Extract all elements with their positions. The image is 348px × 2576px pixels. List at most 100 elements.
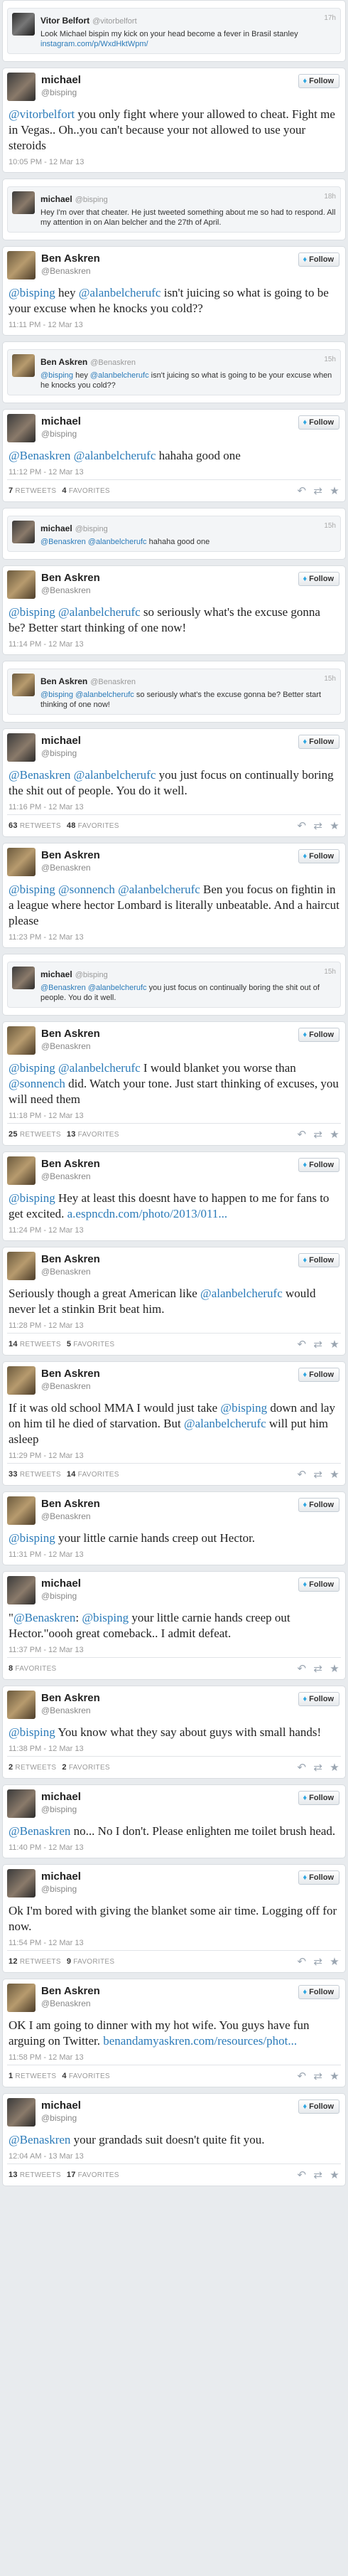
favorite-count[interactable]: 5 [67,1340,71,1348]
tweet-timestamp[interactable]: 11:28 PM - 12 Mar 13 [9,1321,339,1330]
mention-link[interactable]: @bisping [9,1061,55,1075]
mention-link[interactable]: @bisping [9,605,55,619]
retweet-count[interactable]: 14 [9,1340,18,1348]
author-handle[interactable]: @bisping [41,1591,341,1601]
follow-button[interactable]: ♦ Follow [298,1577,339,1592]
favorite-icon[interactable]: ★ [330,2168,339,2181]
avatar[interactable] [7,1156,36,1185]
author-name[interactable]: Ben Askren [41,1028,341,1040]
author-handle[interactable]: @Benaskren [41,1381,341,1391]
avatar[interactable] [7,1496,36,1525]
author-handle[interactable]: @bisping [41,1804,341,1814]
favorite-icon[interactable]: ★ [330,1662,339,1675]
author-handle[interactable]: @Benaskren [41,1171,341,1181]
retweet-count[interactable]: 7 [9,486,13,495]
reply-icon[interactable]: ↶ [298,1662,307,1675]
tweet-timestamp[interactable]: 11:14 PM - 12 Mar 13 [9,640,339,649]
author-handle[interactable]: @Benaskren [41,1041,341,1051]
author-name[interactable]: michael [41,735,341,747]
avatar[interactable] [7,1869,36,1898]
author-name[interactable]: Ben Askren [41,252,341,265]
tweet-time[interactable]: 15h [324,968,336,976]
follow-button[interactable]: ♦ Follow [298,252,339,267]
author-name[interactable]: michael [41,1870,341,1883]
author-name[interactable]: Ben Askren [41,572,341,584]
favorite-icon[interactable]: ★ [330,1468,339,1481]
author-name[interactable]: michael [41,74,341,86]
follow-button[interactable]: ♦ Follow [298,735,339,749]
avatar[interactable] [12,191,35,214]
reply-icon[interactable]: ↶ [298,2168,307,2181]
embedded-tweet[interactable]: Ben Askren @Benaskren 15h @bisping @alanbel… [7,669,341,715]
reply-icon[interactable]: ↶ [298,484,307,497]
mention-link[interactable]: @Benaskren [9,449,70,462]
mention-link[interactable]: @sonnench [58,883,115,896]
author-name[interactable]: Ben Askren [41,1985,341,1997]
mention-link[interactable]: benandamyaskren.com/resources/phot... [103,2034,297,2048]
retweet-count[interactable]: 25 [9,1130,18,1139]
avatar[interactable] [7,1691,36,1719]
mention-link[interactable]: @sonnench [9,1077,65,1090]
follow-button[interactable]: ♦ Follow [298,1870,339,1885]
retweet-icon[interactable]: ⇄ [313,1955,322,1968]
favorite-icon[interactable]: ★ [330,1955,339,1968]
author-handle[interactable]: @Benaskren [41,1511,341,1521]
follow-button[interactable]: ♦ Follow [298,2099,339,2114]
mention-link[interactable]: a.espncdn.com/photo/2013/011... [67,1207,228,1220]
avatar[interactable] [7,570,36,599]
author-name[interactable]: michael [40,194,72,204]
mention-link[interactable]: @bisping [220,1401,267,1415]
tweet-timestamp[interactable]: 11:40 PM - 12 Mar 13 [9,1843,339,1852]
avatar[interactable] [7,1252,36,1280]
author-name[interactable]: Ben Askren [41,1692,341,1704]
mention-link[interactable]: @alanbelcherufc [74,449,156,462]
author-handle[interactable]: @Benaskren [41,585,341,595]
follow-button[interactable]: ♦ Follow [298,1498,339,1512]
mention-link[interactable]: @bisping [9,1191,55,1205]
follow-button[interactable]: ♦ Follow [298,1028,339,1042]
favorite-icon[interactable]: ★ [330,1128,339,1141]
tweet-timestamp[interactable]: 12:04 AM - 13 Mar 13 [9,2152,339,2161]
author-name[interactable]: michael [41,2099,341,2112]
mention-link[interactable]: @Benaskren [13,1611,75,1624]
avatar[interactable] [7,1576,36,1604]
tweet-time[interactable]: 15h [324,522,336,530]
tweet-timestamp[interactable]: 11:23 PM - 12 Mar 13 [9,933,339,942]
author-handle[interactable]: @Benaskren [41,1267,341,1277]
embedded-tweet[interactable]: michael @bisping 15h @Benaskren @alanbelche… [7,962,341,1008]
avatar[interactable] [7,1366,36,1395]
mention-link[interactable]: @bisping [9,1725,55,1739]
favorite-count[interactable]: 14 [67,1470,76,1479]
tweet-timestamp[interactable]: 10:05 PM - 12 Mar 13 [9,158,339,166]
mention-link[interactable]: @bisping [9,883,55,896]
avatar[interactable] [7,733,36,762]
retweet-icon[interactable]: ⇄ [313,1338,322,1351]
favorite-icon[interactable]: ★ [330,819,339,832]
mention-link[interactable]: @alanbelcherufc [75,691,134,699]
retweet-count[interactable]: 63 [9,821,18,830]
favorite-icon[interactable]: ★ [330,484,339,497]
retweet-icon[interactable]: ⇄ [313,1662,322,1675]
author-name[interactable]: Ben Askren [41,1368,341,1380]
reply-icon[interactable]: ↶ [298,1128,307,1141]
author-name[interactable]: Ben Askren [41,1498,341,1510]
embedded-tweet[interactable]: Ben Askren @Benaskren 15h @bisping hey @ala… [7,349,341,395]
tweet-timestamp[interactable]: 11:31 PM - 12 Mar 13 [9,1550,339,1559]
tweet-timestamp[interactable]: 11:54 PM - 12 Mar 13 [9,1939,339,1947]
follow-button[interactable]: ♦ Follow [298,415,339,430]
avatar[interactable] [12,521,35,543]
favorite-count[interactable]: 13 [67,1130,76,1139]
author-handle[interactable]: @Benaskren [41,1705,341,1715]
embedded-tweet[interactable]: michael @bisping 18h Hey I'm over that chea… [7,186,341,233]
favorite-count[interactable]: 8 [9,1664,13,1673]
follow-button[interactable]: ♦ Follow [298,849,339,863]
mention-link[interactable]: @bisping [9,1531,55,1545]
avatar[interactable] [7,848,36,876]
author-handle[interactable]: @Benaskren [41,863,341,873]
mention-link[interactable]: @bisping [9,286,55,299]
author-name[interactable]: Ben Askren [40,676,87,686]
retweet-icon[interactable]: ⇄ [313,1468,322,1481]
avatar[interactable] [7,2098,36,2127]
favorite-count[interactable]: 48 [67,821,76,830]
tweet-timestamp[interactable]: 11:38 PM - 12 Mar 13 [9,1745,339,1753]
